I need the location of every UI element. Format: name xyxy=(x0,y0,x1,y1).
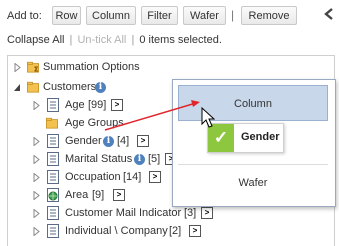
cursor-icon xyxy=(201,107,215,128)
drag-arrow-icon xyxy=(104,100,200,131)
